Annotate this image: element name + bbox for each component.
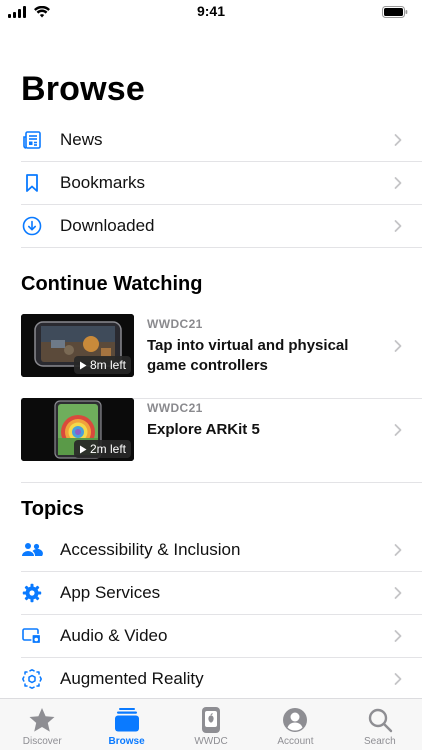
video-title: Tap into virtual and physical game contr… — [147, 337, 349, 374]
audio-video-icon — [21, 625, 43, 647]
gear-icon — [21, 582, 43, 604]
status-left — [8, 6, 50, 18]
topics-title: Topics — [21, 498, 84, 520]
video-item[interactable]: 8m left WWDC21 Tap into virtual and phys… — [21, 314, 422, 399]
tab-search[interactable]: Search — [338, 699, 422, 750]
stack-icon — [114, 706, 140, 734]
video-thumbnail: 2m left — [21, 398, 134, 461]
time-left-text: 2m left — [89, 442, 126, 456]
newspaper-icon — [21, 129, 43, 151]
video-meta: WWDC21 Explore ARKit 5 — [147, 401, 367, 440]
wwdc-icon — [201, 706, 221, 734]
time-left-text: 8m left — [89, 358, 126, 372]
video-event: WWDC21 — [147, 317, 203, 331]
chevron-right-icon — [394, 220, 402, 232]
wifi-icon — [34, 6, 50, 18]
tab-account[interactable]: Account — [253, 699, 337, 750]
browse-link-label: Bookmarks — [60, 173, 146, 192]
browse-link-bookmarks[interactable]: Bookmarks — [21, 162, 422, 205]
chevron-right-icon — [394, 340, 402, 352]
topic-label: Accessibility & Inclusion — [60, 540, 241, 559]
tab-label: Browse — [108, 736, 145, 747]
browse-link-downloaded[interactable]: Downloaded — [21, 205, 422, 248]
topic-label: Audio & Video — [60, 626, 168, 645]
tab-discover[interactable]: Discover — [0, 699, 84, 750]
chevron-right-icon — [394, 673, 402, 685]
topic-label: Augmented Reality — [60, 669, 204, 688]
tab-browse[interactable]: Browse — [84, 699, 168, 750]
chevron-right-icon — [394, 177, 402, 189]
signal-icon — [8, 6, 26, 18]
battery-icon — [382, 6, 408, 18]
tab-bar: Discover Browse WWDC Account Search — [0, 698, 422, 750]
continue-watching-title: Continue Watching — [21, 273, 203, 295]
video-title: Explore ARKit 5 — [147, 421, 260, 438]
tab-label: Account — [277, 736, 314, 747]
tab-wwdc[interactable]: WWDC — [169, 699, 253, 750]
topic-label: App Services — [60, 583, 161, 602]
play-icon — [79, 361, 87, 369]
search-icon — [367, 706, 393, 734]
browse-links-list: News Bookmarks Downloaded — [21, 119, 422, 248]
topic-accessibility[interactable]: Accessibility & Inclusion — [21, 529, 422, 572]
tab-label: Discover — [22, 736, 62, 747]
browse-link-news[interactable]: News — [21, 119, 422, 162]
video-event: WWDC21 — [147, 401, 203, 415]
time-left-badge: 2m left — [73, 440, 131, 458]
chevron-right-icon — [394, 587, 402, 599]
video-item[interactable]: 2m left WWDC21 Explore ARKit 5 — [21, 398, 422, 483]
play-icon — [79, 445, 87, 453]
tab-label: Search — [363, 736, 396, 747]
page-title: Browse — [21, 70, 146, 108]
chevron-right-icon — [394, 424, 402, 436]
topic-augmented-reality[interactable]: Augmented Reality — [21, 658, 422, 701]
ar-icon — [21, 668, 43, 690]
chevron-right-icon — [394, 544, 402, 556]
video-thumbnail: 8m left — [21, 314, 134, 377]
browse-link-label: News — [60, 130, 103, 149]
chevron-right-icon — [394, 134, 402, 146]
download-icon — [21, 215, 43, 237]
topic-audio-video[interactable]: Audio & Video — [21, 615, 422, 658]
chevron-right-icon — [394, 630, 402, 642]
star-icon — [28, 706, 56, 734]
person-icon — [282, 706, 308, 734]
topics-list: Accessibility & Inclusion App Services A… — [21, 529, 422, 701]
browse-link-label: Downloaded — [60, 216, 155, 235]
video-meta: WWDC21 Tap into virtual and physical gam… — [147, 317, 367, 376]
status-bar — [0, 0, 422, 24]
topic-app-services[interactable]: App Services — [21, 572, 422, 615]
bookmark-icon — [21, 172, 43, 194]
tab-label: WWDC — [194, 736, 228, 747]
people-icon — [21, 539, 43, 561]
time-left-badge: 8m left — [73, 356, 131, 374]
